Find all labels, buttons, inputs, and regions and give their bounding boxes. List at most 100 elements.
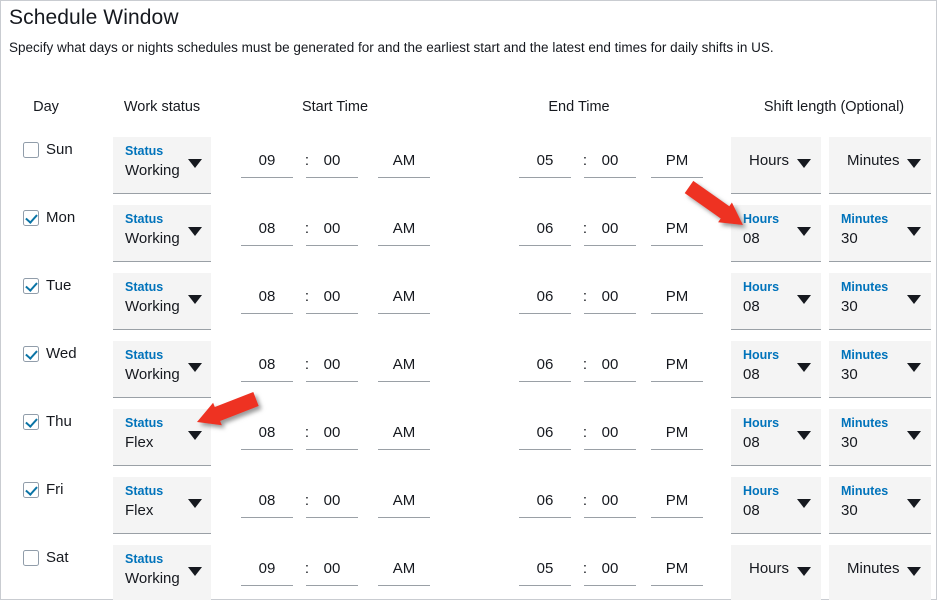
chevron-down-icon[interactable] — [188, 363, 202, 372]
work-status-select-sat[interactable]: Status Working — [113, 545, 211, 600]
start-time-minute-input[interactable]: 00 — [306, 560, 358, 586]
shift-hours-select-mon[interactable]: Hours 08 — [731, 205, 821, 262]
shift-minutes-select-sun[interactable]: Minutes — [829, 137, 931, 194]
chevron-down-icon[interactable] — [797, 295, 811, 304]
day-checkbox-thu[interactable] — [23, 413, 39, 430]
day-cell-wed[interactable]: Wed — [23, 345, 77, 362]
day-checkbox-fri[interactable] — [23, 481, 39, 498]
start-time-hour-input[interactable]: 09 — [241, 152, 293, 178]
end-time-ampm-input[interactable]: PM — [651, 424, 703, 450]
shift-minutes-select-mon[interactable]: Minutes 30 — [829, 205, 931, 262]
work-status-select-sun[interactable]: Status Working — [113, 137, 211, 194]
start-time-minute-input[interactable]: 00 — [306, 288, 358, 314]
shift-hours-select-sun[interactable]: Hours — [731, 137, 821, 194]
start-time-ampm-input[interactable]: AM — [378, 560, 430, 586]
start-time-ampm-input[interactable]: AM — [378, 288, 430, 314]
day-cell-fri[interactable]: Fri — [23, 481, 64, 498]
start-time-minute-input[interactable]: 00 — [306, 424, 358, 450]
start-time-ampm-input[interactable]: AM — [378, 424, 430, 450]
start-time-minute-input[interactable]: 00 — [306, 220, 358, 246]
end-time-ampm-input[interactable]: PM — [651, 560, 703, 586]
shift-hours-select-thu[interactable]: Hours 08 — [731, 409, 821, 466]
end-time-hour-input[interactable]: 06 — [519, 492, 571, 518]
chevron-down-icon[interactable] — [188, 295, 202, 304]
work-status-select-mon[interactable]: Status Working — [113, 205, 211, 262]
end-time-hour-input[interactable]: 05 — [519, 152, 571, 178]
chevron-down-icon[interactable] — [907, 159, 921, 168]
chevron-down-icon[interactable] — [188, 431, 202, 440]
work-status-select-tue[interactable]: Status Working — [113, 273, 211, 330]
end-time-hour-input[interactable]: 05 — [519, 560, 571, 586]
chevron-down-icon[interactable] — [188, 159, 202, 168]
end-time-hour-input[interactable]: 06 — [519, 220, 571, 246]
start-time-hour-input[interactable]: 08 — [241, 288, 293, 314]
day-cell-sat[interactable]: Sat — [23, 549, 69, 566]
end-time-minute-input[interactable]: 00 — [584, 152, 636, 178]
chevron-down-icon[interactable] — [907, 431, 921, 440]
start-time-ampm-input[interactable]: AM — [378, 492, 430, 518]
end-time-hour-input[interactable]: 06 — [519, 356, 571, 382]
day-cell-sun[interactable]: Sun — [23, 141, 73, 158]
end-time-minute-input[interactable]: 00 — [584, 220, 636, 246]
end-time-hour-input[interactable]: 06 — [519, 424, 571, 450]
end-time-minute-input[interactable]: 00 — [584, 424, 636, 450]
work-status-select-wed[interactable]: Status Working — [113, 341, 211, 398]
chevron-down-icon[interactable] — [797, 159, 811, 168]
start-time-minute-input[interactable]: 00 — [306, 356, 358, 382]
chevron-down-icon[interactable] — [188, 499, 202, 508]
chevron-down-icon[interactable] — [907, 567, 921, 576]
start-time-hour-input[interactable]: 09 — [241, 560, 293, 586]
end-time-ampm-input[interactable]: PM — [651, 288, 703, 314]
start-time-minute-input[interactable]: 00 — [306, 492, 358, 518]
end-time-ampm-input[interactable]: PM — [651, 492, 703, 518]
chevron-down-icon[interactable] — [907, 295, 921, 304]
start-time-hour-input[interactable]: 08 — [241, 424, 293, 450]
shift-hours-select-wed[interactable]: Hours 08 — [731, 341, 821, 398]
work-status-select-fri[interactable]: Status Flex — [113, 477, 211, 534]
shift-hours-select-tue[interactable]: Hours 08 — [731, 273, 821, 330]
end-time-minute-input[interactable]: 00 — [584, 560, 636, 586]
chevron-down-icon[interactable] — [188, 227, 202, 236]
start-time-hour-input[interactable]: 08 — [241, 492, 293, 518]
start-time-ampm-input[interactable]: AM — [378, 220, 430, 246]
day-cell-thu[interactable]: Thu — [23, 413, 72, 430]
start-time-minute-input[interactable]: 00 — [306, 152, 358, 178]
shift-hours-field-label: Hours — [743, 416, 780, 430]
shift-minutes-select-fri[interactable]: Minutes 30 — [829, 477, 931, 534]
day-checkbox-tue[interactable] — [23, 277, 39, 294]
shift-hours-select-sat[interactable]: Hours — [731, 545, 821, 600]
day-checkbox-sun[interactable] — [23, 141, 39, 158]
start-time-hour-input[interactable]: 08 — [241, 220, 293, 246]
end-time-minute-input[interactable]: 00 — [584, 288, 636, 314]
end-time-ampm-input[interactable]: PM — [651, 220, 703, 246]
shift-minutes-select-wed[interactable]: Minutes 30 — [829, 341, 931, 398]
end-time-hour-input[interactable]: 06 — [519, 288, 571, 314]
start-time-hour-input[interactable]: 08 — [241, 356, 293, 382]
shift-minutes-select-tue[interactable]: Minutes 30 — [829, 273, 931, 330]
end-time-ampm-input[interactable]: PM — [651, 356, 703, 382]
shift-minutes-select-sat[interactable]: Minutes — [829, 545, 931, 600]
day-checkbox-wed[interactable] — [23, 345, 39, 362]
end-time-minute-input[interactable]: 00 — [584, 356, 636, 382]
chevron-down-icon[interactable] — [907, 363, 921, 372]
work-status-select-thu[interactable]: Status Flex — [113, 409, 211, 466]
start-time-ampm-input[interactable]: AM — [378, 356, 430, 382]
chevron-down-icon[interactable] — [797, 499, 811, 508]
start-time-ampm-input[interactable]: AM — [378, 152, 430, 178]
shift-minutes-select-thu[interactable]: Minutes 30 — [829, 409, 931, 466]
chevron-down-icon[interactable] — [797, 363, 811, 372]
end-time-minute-input[interactable]: 00 — [584, 492, 636, 518]
chevron-down-icon[interactable] — [907, 499, 921, 508]
day-cell-tue[interactable]: Tue — [23, 277, 71, 294]
shift-minutes-placeholder: Minutes — [847, 152, 900, 169]
chevron-down-icon[interactable] — [797, 227, 811, 236]
chevron-down-icon[interactable] — [797, 567, 811, 576]
end-time-ampm-input[interactable]: PM — [651, 152, 703, 178]
chevron-down-icon[interactable] — [907, 227, 921, 236]
day-cell-mon[interactable]: Mon — [23, 209, 75, 226]
day-checkbox-sat[interactable] — [23, 549, 39, 566]
shift-hours-select-fri[interactable]: Hours 08 — [731, 477, 821, 534]
day-checkbox-mon[interactable] — [23, 209, 39, 226]
chevron-down-icon[interactable] — [188, 567, 202, 576]
chevron-down-icon[interactable] — [797, 431, 811, 440]
